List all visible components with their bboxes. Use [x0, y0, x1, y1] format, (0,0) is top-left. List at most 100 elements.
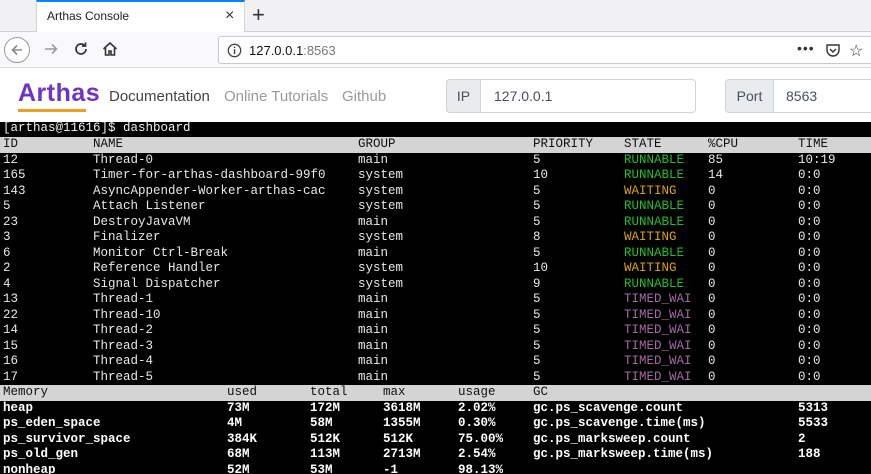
- url-port: :8563: [303, 43, 336, 58]
- column-header: max: [383, 385, 406, 399]
- back-button[interactable]: [4, 37, 30, 63]
- thread-name: Reference Handler: [93, 261, 221, 275]
- thread-group: system: [358, 199, 404, 213]
- port-input[interactable]: [773, 79, 871, 113]
- memory-gcval: 2: [798, 431, 806, 446]
- thread-cpu: 85: [708, 152, 724, 167]
- terminal-prompt: [arthas@11616]$ dashboard: [3, 122, 191, 135]
- thread-row: 13 Thread-1 main 5 TIMED_WAI 0 0:0: [0, 292, 871, 308]
- info-icon[interactable]: [227, 43, 242, 58]
- thread-time: 0:0: [798, 307, 821, 322]
- thread-time: 0:0: [798, 369, 821, 384]
- thread-table-header: ID NAME GROUP PRIORITY STATE %CPU TIME: [0, 137, 871, 153]
- thread-name: DestroyJavaVM: [93, 214, 191, 229]
- thread-time: 0:0: [798, 292, 821, 306]
- thread-priority: 5: [533, 338, 541, 353]
- new-tab-icon[interactable]: +: [252, 2, 265, 28]
- browser-tab[interactable]: Arthas Console ×: [36, 0, 245, 32]
- thread-id: 15: [3, 338, 19, 353]
- memory-usage: 2.02%: [458, 400, 496, 415]
- nav-link-documentation[interactable]: Documentation: [109, 88, 210, 105]
- thread-row: 3 Finalizer system 8 WAITING 0 0:0: [0, 230, 871, 246]
- thread-id: 165: [3, 168, 26, 182]
- thread-priority: 5: [533, 307, 541, 322]
- thread-time: 0:0: [798, 230, 821, 244]
- thread-group: main: [358, 245, 389, 260]
- thread-time: 0:0: [798, 261, 821, 275]
- thread-priority: 5: [533, 183, 541, 198]
- memory-gc: gc.ps_marksweep.count: [533, 431, 691, 446]
- memory-total: 512K: [310, 431, 341, 446]
- thread-priority: 5: [533, 214, 541, 229]
- thread-priority: 5: [533, 369, 541, 384]
- thread-cpu: 0: [708, 338, 716, 353]
- ip-label: IP: [446, 79, 481, 113]
- arthas-logo[interactable]: Arthas: [18, 79, 100, 108]
- thread-group: main: [358, 354, 389, 368]
- memory-used: 4M: [227, 416, 243, 430]
- thread-time: 0:0: [798, 354, 821, 368]
- thread-id: 22: [3, 307, 19, 322]
- thread-id: 2: [3, 261, 11, 275]
- thread-group: system: [358, 261, 404, 275]
- url-text[interactable]: 127.0.0.1:8563: [249, 43, 336, 58]
- thread-priority: 9: [533, 276, 541, 291]
- nav-link-online-tutorials[interactable]: Online Tutorials: [224, 88, 328, 105]
- thread-row: 12 Thread-0 main 5 RUNNABLE 85 10:19: [0, 153, 871, 169]
- thread-cpu: 0: [708, 354, 716, 368]
- thread-name: Thread-0: [93, 152, 154, 167]
- thread-id: 143: [3, 183, 26, 198]
- memory-row: ps_old_gen 68M 113M 2713M 2.54% gc.ps_markswe…: [0, 447, 871, 463]
- memory-name: ps_eden_space: [3, 416, 101, 430]
- memory-row: ps_eden_space 4M 58M 1355M 0.30% gc.ps_scaven…: [0, 416, 871, 432]
- thread-row: 15 Thread-3 main 5 TIMED_WAI 0 0:0: [0, 339, 871, 355]
- terminal[interactable]: [arthas@11616]$ dashboard ID NAME GROUP PRI…: [0, 122, 871, 474]
- nav-link-github[interactable]: Github: [342, 88, 386, 105]
- ip-input[interactable]: [480, 79, 696, 113]
- thread-state: TIMED_WAI: [624, 323, 692, 337]
- thread-cpu: 0: [708, 230, 716, 244]
- thread-id: 17: [3, 369, 19, 384]
- thread-time: 0:0: [798, 183, 821, 198]
- forward-arrow-icon[interactable]: [42, 40, 60, 58]
- thread-name: Signal Dispatcher: [93, 276, 221, 291]
- memory-total: 172M: [310, 400, 341, 415]
- thread-priority: 5: [533, 245, 541, 260]
- memory-usage: 75.00%: [458, 431, 504, 446]
- tab-title: Arthas Console: [47, 9, 130, 23]
- memory-usage: 98.13%: [458, 462, 504, 474]
- home-icon[interactable]: [101, 40, 119, 58]
- memory-gcval: 188: [798, 447, 821, 461]
- app-header: Arthas Documentation Online Tutorials Gi…: [0, 68, 871, 122]
- logo-underline: [18, 109, 86, 112]
- thread-cpu: 0: [708, 323, 716, 337]
- thread-group: system: [358, 183, 404, 198]
- thread-id: 13: [3, 292, 19, 306]
- column-header: ID: [3, 137, 19, 151]
- thread-name: Timer-for-arthas-dashboard-99f0: [93, 168, 326, 182]
- thread-priority: 5: [533, 292, 541, 306]
- page-actions-icon[interactable]: •••: [797, 40, 815, 56]
- thread-name: Thread-5: [93, 369, 154, 384]
- url-bar[interactable]: 127.0.0.1:8563 ••• ☆: [218, 36, 871, 64]
- bookmark-star-icon[interactable]: ☆: [849, 41, 863, 61]
- thread-group: main: [358, 323, 389, 337]
- memory-row: heap 73M 172M 3618M 2.02% gc.ps_scavenge.coun…: [0, 401, 871, 417]
- thread-cpu: 0: [708, 183, 716, 198]
- thread-state: RUNNABLE: [624, 168, 685, 182]
- thread-id: 23: [3, 214, 19, 229]
- memory-name: ps_survivor_space: [3, 431, 131, 446]
- close-tab-icon[interactable]: ×: [225, 7, 234, 25]
- column-header: PRIORITY: [533, 137, 594, 151]
- thread-priority: 10: [533, 261, 549, 275]
- memory-max: 512K: [383, 431, 414, 446]
- reload-icon[interactable]: [72, 40, 90, 58]
- thread-time: 10:19: [798, 152, 836, 167]
- thread-cpu: 0: [708, 261, 716, 275]
- thread-time: 0:0: [798, 199, 821, 213]
- pocket-icon[interactable]: [825, 43, 841, 58]
- memory-used: 68M: [227, 447, 250, 461]
- thread-state: WAITING: [624, 183, 677, 198]
- thread-row: 6 Monitor Ctrl-Break main 5 RUNNABLE 0 0:0: [0, 246, 871, 262]
- thread-row: 14 Thread-2 main 5 TIMED_WAI 0 0:0: [0, 323, 871, 339]
